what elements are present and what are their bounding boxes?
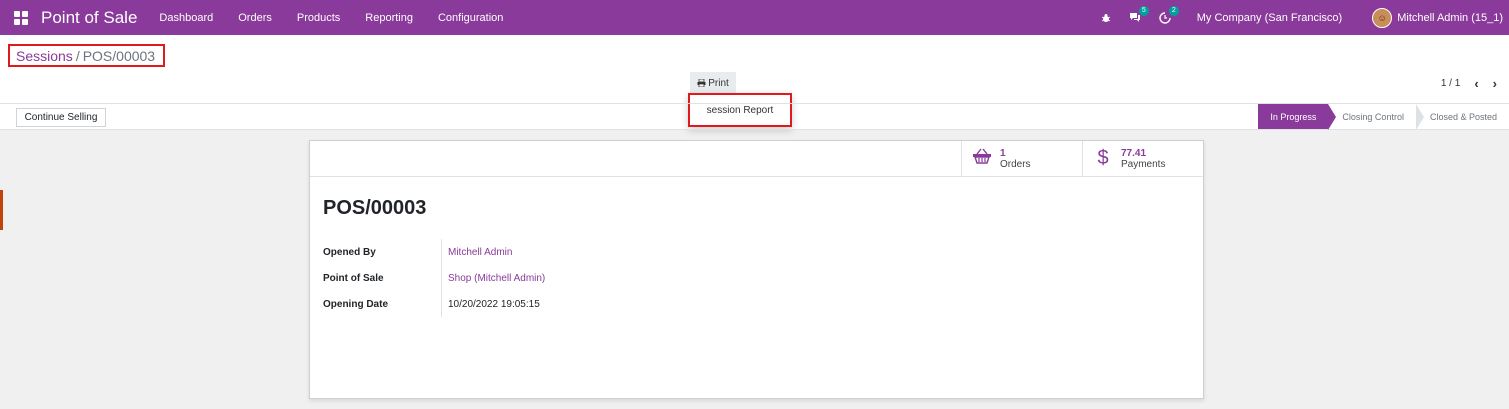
breadcrumb-sessions-link[interactable]: Sessions bbox=[16, 48, 73, 64]
status-closed-posted[interactable]: Closed & Posted bbox=[1415, 104, 1509, 130]
breadcrumb: Sessions / POS/00003 bbox=[8, 44, 165, 67]
payments-amount: 77.41 bbox=[1121, 147, 1147, 159]
status-in-progress[interactable]: In Progress bbox=[1258, 104, 1337, 130]
left-edge-marker bbox=[0, 190, 3, 230]
field-point-of-sale: Point of Sale Shop (Mitchell Admin) bbox=[323, 265, 545, 291]
activity-badge: 2 bbox=[1168, 5, 1179, 16]
company-switcher[interactable]: My Company (San Francisco) bbox=[1197, 12, 1343, 24]
menu-dashboard[interactable]: Dashboard bbox=[159, 12, 213, 24]
session-report-menu-item[interactable]: session Report bbox=[688, 93, 792, 127]
continue-selling-button[interactable]: Continue Selling bbox=[16, 108, 106, 127]
pager: 1 / 1 ‹ › bbox=[1441, 76, 1497, 91]
field-opened-by: Opened By Mitchell Admin bbox=[323, 239, 545, 265]
user-menu[interactable]: Mitchell Admin (15_1) bbox=[1397, 12, 1503, 24]
status-closing-control[interactable]: Closing Control bbox=[1328, 104, 1424, 130]
breadcrumb-current: POS/00003 bbox=[82, 47, 156, 64]
print-label: Print bbox=[708, 77, 729, 89]
printer-icon bbox=[697, 79, 706, 87]
payments-smart-button[interactable]: $ 77.41 Payments bbox=[1082, 141, 1203, 176]
orders-label: Orders bbox=[1000, 158, 1031, 170]
field-label: Point of Sale bbox=[323, 272, 384, 284]
opened-by-link[interactable]: Mitchell Admin bbox=[441, 239, 512, 265]
chat-badge: 5 bbox=[1138, 6, 1149, 16]
menu-configuration[interactable]: Configuration bbox=[438, 12, 503, 24]
basket-icon bbox=[972, 147, 992, 170]
breadcrumb-separator: / bbox=[75, 47, 80, 64]
apps-menu-icon[interactable] bbox=[14, 10, 28, 25]
point-of-sale-link[interactable]: Shop (Mitchell Admin) bbox=[441, 265, 545, 291]
top-navbar: Point of Sale Dashboard Orders Products … bbox=[0, 0, 1509, 35]
payments-label: Payments bbox=[1121, 158, 1166, 170]
activity-clock-icon[interactable]: 2 bbox=[1159, 5, 1179, 24]
chat-icon[interactable]: 5 bbox=[1129, 6, 1149, 23]
orders-count: 1 bbox=[1000, 147, 1006, 159]
divider bbox=[0, 129, 1509, 130]
smart-button-box: 1 Orders $ 77.41 Payments bbox=[310, 141, 1203, 177]
pager-previous-icon[interactable]: ‹ bbox=[1474, 76, 1478, 91]
user-avatar[interactable]: ☺ bbox=[1372, 7, 1393, 28]
field-group: Opened By Mitchell Admin Point of Sale S… bbox=[323, 239, 545, 317]
record-title: POS/00003 bbox=[323, 197, 427, 219]
dollar-icon: $ bbox=[1097, 147, 1109, 169]
menu-orders[interactable]: Orders bbox=[238, 12, 272, 24]
debug-bug-icon[interactable] bbox=[1101, 13, 1111, 23]
form-sheet: 1 Orders $ 77.41 Payments POS/00003 Open… bbox=[309, 140, 1204, 399]
field-label: Opening Date bbox=[323, 298, 389, 310]
opening-date-value: 10/20/2022 19:05:15 bbox=[441, 291, 540, 317]
field-label: Opened By bbox=[323, 246, 376, 258]
status-bar: In Progress Closing Control Closed & Pos… bbox=[1258, 104, 1509, 130]
menu-reporting[interactable]: Reporting bbox=[365, 12, 413, 24]
orders-smart-button[interactable]: 1 Orders bbox=[961, 141, 1082, 176]
field-opening-date: Opening Date 10/20/2022 19:05:15 bbox=[323, 291, 545, 317]
menu-products[interactable]: Products bbox=[297, 12, 340, 24]
pager-value[interactable]: 1 / 1 bbox=[1441, 78, 1460, 89]
app-title[interactable]: Point of Sale bbox=[41, 8, 137, 28]
print-button[interactable]: Print bbox=[690, 72, 736, 94]
pager-next-icon[interactable]: › bbox=[1493, 76, 1497, 91]
